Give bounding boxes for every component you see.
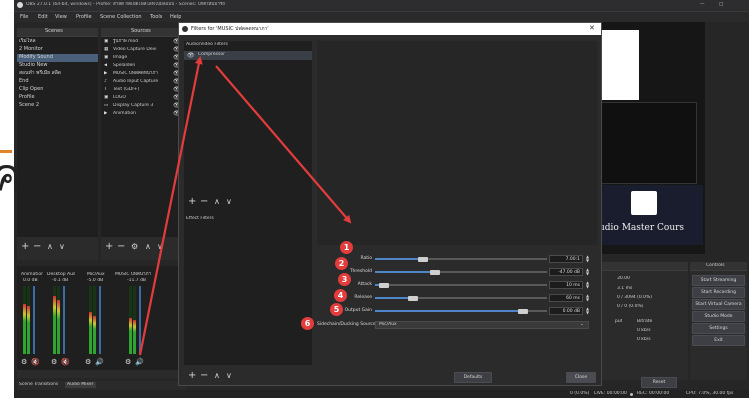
screenshot: OBS 27.0.1 (64-bit, windows) - Profile: … [0, 0, 749, 403]
arrow-to-properties [215, 65, 352, 224]
annotation-arrows [138, 56, 352, 356]
arrow-to-compressor [138, 56, 203, 356]
